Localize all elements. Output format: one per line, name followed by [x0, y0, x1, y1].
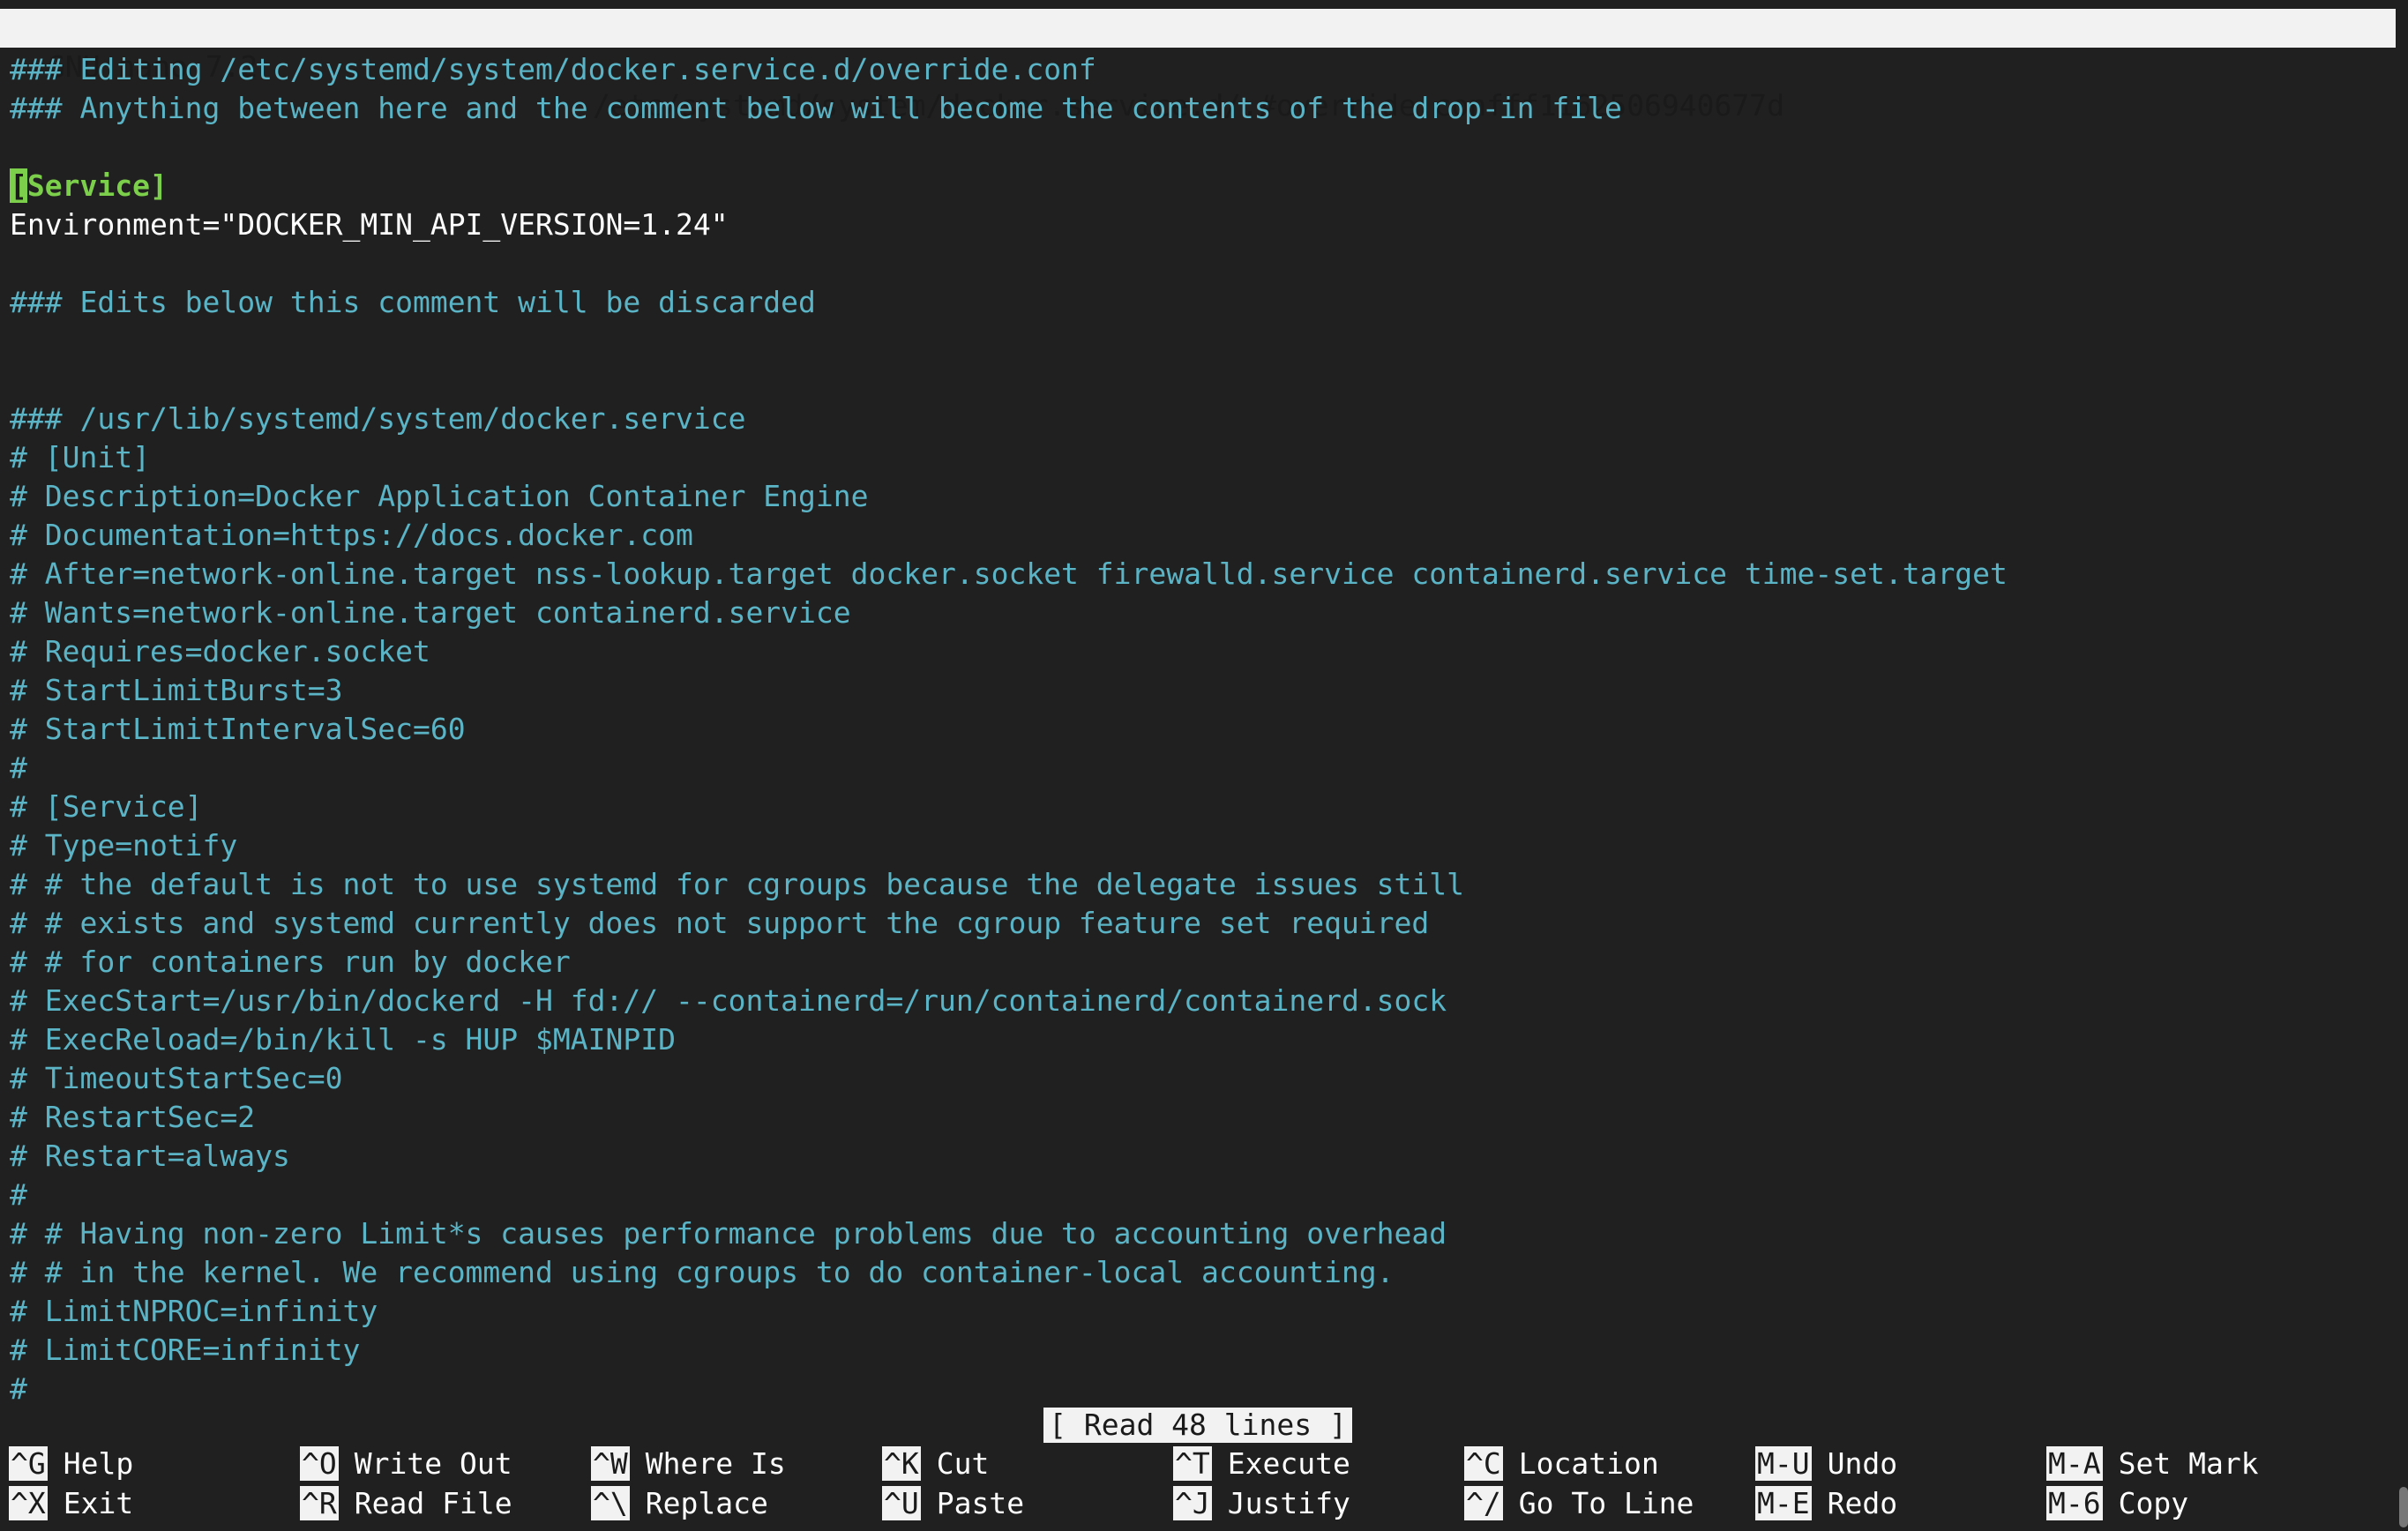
- shortcut-key: ^K: [882, 1446, 921, 1481]
- shortcut-undo[interactable]: M-U Undo: [1755, 1445, 1897, 1483]
- shortcut-label: Cut: [936, 1446, 990, 1481]
- editor-line[interactable]: # Documentation=https://docs.docker.com: [10, 516, 2391, 555]
- editor-area[interactable]: ### Editing /etc/systemd/system/docker.s…: [10, 50, 2391, 1408]
- shortcut-paste[interactable]: ^U Paste: [882, 1484, 1024, 1523]
- shortcut-key: ^X: [9, 1486, 48, 1520]
- editor-line[interactable]: # [Service]: [10, 788, 2391, 826]
- shortcut-where-is[interactable]: ^W Where Is: [591, 1445, 786, 1483]
- editor-line[interactable]: # StartLimitIntervalSec=60: [10, 710, 2391, 749]
- shortcut-replace[interactable]: ^\ Replace: [591, 1484, 768, 1523]
- text-cursor: [: [10, 168, 27, 203]
- editor-line[interactable]: # [Unit]: [10, 438, 2391, 477]
- shortcut-read-file[interactable]: ^R Read File: [300, 1484, 512, 1523]
- shortcut-label: Location: [1518, 1446, 1659, 1481]
- editor-line[interactable]: # After=network-online.target nss-lookup…: [10, 555, 2391, 594]
- editor-line[interactable]: [Service]: [10, 167, 2391, 205]
- editor-line[interactable]: [10, 361, 2391, 400]
- shortcut-key: ^T: [1173, 1446, 1212, 1481]
- shortcut-write-out[interactable]: ^O Write Out: [300, 1445, 512, 1483]
- editor-line[interactable]: [10, 322, 2391, 361]
- editor-line[interactable]: # StartLimitBurst=3: [10, 671, 2391, 710]
- shortcut-key: ^\: [591, 1486, 630, 1520]
- shortcut-key: M-U: [1755, 1446, 1812, 1481]
- shortcut-label: Write Out: [354, 1446, 512, 1481]
- scrollbar[interactable]: [2399, 1487, 2408, 1527]
- editor-line[interactable]: # Type=notify: [10, 826, 2391, 865]
- shortcut-key: ^O: [300, 1446, 339, 1481]
- editor-line[interactable]: # Requires=docker.socket: [10, 632, 2391, 671]
- shortcut-label: Paste: [936, 1486, 1025, 1520]
- shortcut-label: Redo: [1827, 1486, 1898, 1520]
- shortcut-label: Read File: [354, 1486, 512, 1520]
- shortcut-redo[interactable]: M-E Redo: [1755, 1484, 1897, 1523]
- editor-line[interactable]: # ExecReload=/bin/kill -s HUP $MAINPID: [10, 1020, 2391, 1059]
- shortcut-label: Justify: [1227, 1486, 1350, 1520]
- editor-line[interactable]: [10, 244, 2391, 283]
- shortcut-bar: ^G Help ^X Exit ^O Write Out ^R Read File ^W Wher…: [9, 1445, 2390, 1524]
- shortcut-copy[interactable]: M-6 Copy: [2046, 1484, 2188, 1523]
- shortcut-key: M-E: [1755, 1486, 1812, 1520]
- editor-line[interactable]: # Description=Docker Application Contain…: [10, 477, 2391, 516]
- shortcut-key: ^J: [1173, 1486, 1212, 1520]
- editor-line[interactable]: # LimitCORE=infinity: [10, 1331, 2391, 1370]
- shortcut-label: Execute: [1227, 1446, 1350, 1481]
- shortcut-execute[interactable]: ^T Execute: [1173, 1445, 1350, 1483]
- shortcut-key: M-A: [2046, 1446, 2103, 1481]
- editor-line[interactable]: # RestartSec=2: [10, 1098, 2391, 1137]
- line-text: Service]: [26, 168, 168, 203]
- editor-line[interactable]: # # the default is not to use systemd fo…: [10, 865, 2391, 904]
- shortcut-set-mark[interactable]: M-A Set Mark: [2046, 1445, 2259, 1483]
- status-bar: [ Read 48 lines ]: [0, 1408, 2396, 1443]
- editor-line[interactable]: ### Editing /etc/systemd/system/docker.s…: [10, 50, 2391, 89]
- shortcut-label: Undo: [1827, 1446, 1898, 1481]
- shortcut-key: ^G: [9, 1446, 48, 1481]
- editor-line[interactable]: # # in the kernel. We recommend using cg…: [10, 1253, 2391, 1292]
- editor-line[interactable]: #: [10, 1370, 2391, 1408]
- shortcut-label: Where Is: [645, 1446, 786, 1481]
- shortcut-label: Go To Line: [1518, 1486, 1694, 1520]
- editor-line[interactable]: #: [10, 749, 2391, 788]
- editor-line[interactable]: ### /usr/lib/systemd/system/docker.servi…: [10, 400, 2391, 438]
- editor-line[interactable]: # Wants=network-online.target containerd…: [10, 594, 2391, 632]
- shortcut-key: ^C: [1464, 1446, 1503, 1481]
- shortcut-location[interactable]: ^C Location: [1464, 1445, 1659, 1483]
- shortcut-cut[interactable]: ^K Cut: [882, 1445, 989, 1483]
- shortcut-key: ^R: [300, 1486, 339, 1520]
- editor-line[interactable]: [10, 128, 2391, 167]
- shortcut-go-to-line[interactable]: ^/ Go To Line: [1464, 1484, 1694, 1523]
- editor-line[interactable]: # Restart=always: [10, 1137, 2391, 1176]
- status-message: [ Read 48 lines ]: [1043, 1408, 1352, 1443]
- shortcut-key: ^U: [882, 1486, 921, 1520]
- editor-line[interactable]: #: [10, 1176, 2391, 1214]
- editor-line[interactable]: # TimeoutStartSec=0: [10, 1059, 2391, 1098]
- shortcut-label: Copy: [2118, 1486, 2189, 1520]
- shortcut-key: M-6: [2046, 1486, 2103, 1520]
- shortcut-label: Set Mark: [2118, 1446, 2259, 1481]
- shortcut-key: ^/: [1464, 1486, 1503, 1520]
- editor-line[interactable]: # # exists and systemd currently does no…: [10, 904, 2391, 943]
- shortcut-help[interactable]: ^G Help: [9, 1445, 133, 1483]
- editor-line[interactable]: # ExecStart=/usr/bin/dockerd -H fd:// --…: [10, 982, 2391, 1020]
- editor-line[interactable]: ### Anything between here and the commen…: [10, 89, 2391, 128]
- shortcut-key: ^W: [591, 1446, 630, 1481]
- editor-line[interactable]: # LimitNPROC=infinity: [10, 1292, 2391, 1331]
- editor-line[interactable]: # # Having non-zero Limit*s causes perfo…: [10, 1214, 2391, 1253]
- shortcut-justify[interactable]: ^J Justify: [1173, 1484, 1350, 1523]
- shortcut-label: Replace: [645, 1486, 768, 1520]
- editor-line[interactable]: Environment="DOCKER_MIN_API_VERSION=1.24…: [10, 205, 2391, 244]
- shortcut-label: Exit: [63, 1486, 134, 1520]
- shortcut-label: Help: [63, 1446, 134, 1481]
- editor-line[interactable]: # # for containers run by docker: [10, 943, 2391, 982]
- editor-line[interactable]: ### Edits below this comment will be dis…: [10, 283, 2391, 322]
- title-bar: GNU nano 7.2 /etc/systemd/system/docker.…: [0, 9, 2396, 123]
- shortcut-exit[interactable]: ^X Exit: [9, 1484, 133, 1523]
